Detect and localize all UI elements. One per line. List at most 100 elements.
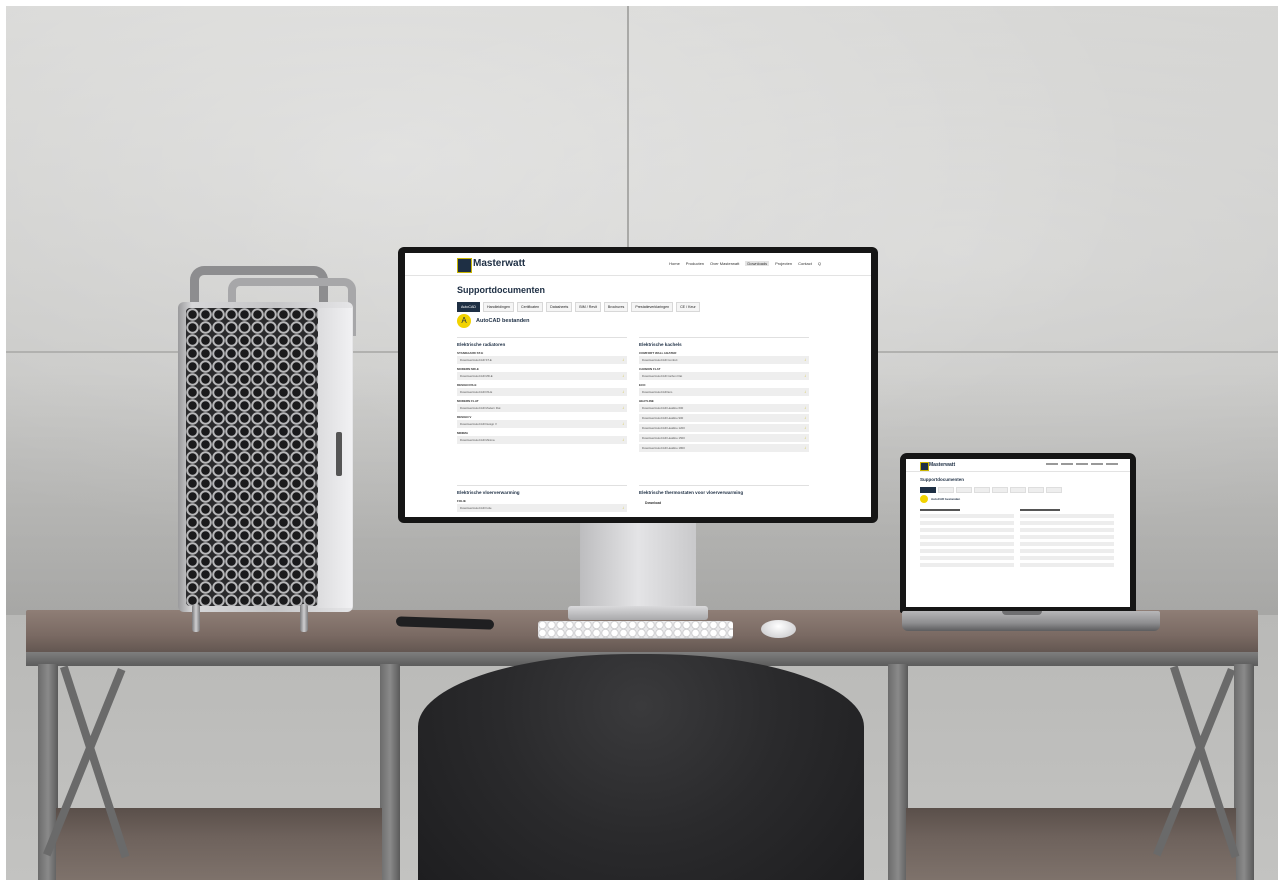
group: MODERN MD-E Download AutoCAD MD-E ↓: [457, 367, 627, 380]
download-row[interactable]: Download AutoCAD Minima ↓: [457, 436, 627, 444]
download-icon[interactable]: ↓: [622, 421, 624, 426]
file-name: Download AutoCAD DS-E: [460, 390, 493, 394]
download-row[interactable]: [920, 514, 1014, 518]
brand-name[interactable]: Masterwatt: [929, 462, 955, 468]
download-row[interactable]: Download AutoCAD MD-E ↓: [457, 372, 627, 380]
group-label: MODERN MD-E: [457, 367, 479, 371]
tab-bim[interactable]: BIM / Revit: [575, 302, 601, 312]
download-row[interactable]: [920, 528, 1014, 532]
page-title: Supportdocumenten: [457, 285, 545, 295]
tab-certificaten[interactable]: Certificaten: [516, 302, 544, 312]
tab-prestatieverklaringen[interactable]: Prestatieverklaringen: [631, 302, 674, 312]
tower-port: [336, 432, 342, 476]
download-icon[interactable]: ↓: [804, 405, 806, 410]
nav-item[interactable]: [1061, 463, 1073, 465]
brand-logo-icon[interactable]: [920, 462, 929, 471]
download-row[interactable]: [920, 549, 1014, 553]
file-name: Download AutoCAD Comfort: [642, 358, 678, 362]
desk-shelf: [56, 808, 382, 880]
autocad-section-header: A AutoCAD bestanden: [457, 314, 529, 328]
nav-item-home[interactable]: Home: [669, 261, 680, 266]
download-icon[interactable]: ↓: [804, 435, 806, 440]
tab[interactable]: [1028, 487, 1044, 493]
nav-item[interactable]: [1076, 463, 1088, 465]
download-row[interactable]: Download AutoCAD Modern Flat ↓: [457, 404, 627, 412]
brand-logo-icon[interactable]: [457, 258, 472, 273]
panel-title: Elektrische kachels: [639, 342, 682, 347]
tab[interactable]: [938, 487, 954, 493]
tab-handleidingen[interactable]: Handleidingen: [482, 302, 514, 312]
nav-item[interactable]: [1106, 463, 1118, 465]
download-row[interactable]: [1020, 542, 1114, 546]
keyboard: [538, 621, 733, 638]
download-icon[interactable]: ↓: [804, 357, 806, 362]
nav-item-contact[interactable]: Contact: [798, 261, 812, 266]
tab-brochures[interactable]: Brochures: [603, 302, 629, 312]
tab-ce-keur[interactable]: CE / Keur: [676, 302, 700, 312]
download-row[interactable]: Download AutoCAD Carbon Flat ↓: [639, 372, 809, 380]
left-download-panel: Elektrische radiatoren STANDAARD ST-E Do…: [457, 337, 627, 446]
thermostat-panel: Elektrische thermostaten voor vloerverwa…: [639, 485, 809, 499]
download-row[interactable]: [1020, 535, 1114, 539]
file-name: Download AutoCAD Heatline 900: [642, 416, 684, 420]
laptop-left-panel: [920, 509, 1014, 570]
tab[interactable]: [920, 487, 936, 493]
autocad-section-title: AutoCAD bestanden: [476, 318, 530, 324]
tab[interactable]: [1046, 487, 1062, 493]
nav-item-over[interactable]: Over Masterwatt: [710, 261, 739, 266]
download-row[interactable]: [920, 563, 1014, 567]
download-icon[interactable]: ↓: [622, 357, 624, 362]
download-row[interactable]: Download AutoCAD Heatline 900 ↓: [639, 414, 809, 422]
search-icon[interactable]: Q: [818, 261, 821, 266]
download-row[interactable]: Download AutoCAD DS-E ↓: [457, 388, 627, 396]
tower-grille: [186, 308, 318, 606]
download-row[interactable]: [1020, 549, 1114, 553]
download-row[interactable]: [1020, 514, 1114, 518]
download-row[interactable]: Download AutoCAD Comfort ↓: [639, 356, 809, 364]
download-icon[interactable]: ↓: [804, 425, 806, 430]
download-row[interactable]: [1020, 528, 1114, 532]
download-row[interactable]: Download AutoCAD Heatline 1200 ↓: [639, 424, 809, 432]
download-icon[interactable]: ↓: [622, 405, 624, 410]
download-row[interactable]: Download AutoCAD Design V ↓: [457, 420, 627, 428]
nav-item[interactable]: [1046, 463, 1058, 465]
download-icon[interactable]: ↓: [804, 445, 806, 450]
download-icon[interactable]: ↓: [804, 373, 806, 378]
download-icon[interactable]: ↓: [804, 415, 806, 420]
download-icon[interactable]: ↓: [622, 437, 624, 442]
download-row[interactable]: [1020, 556, 1114, 560]
download-row[interactable]: Download AutoCAD Eco ↓: [639, 388, 809, 396]
nav-item-projecten[interactable]: Projecten: [775, 261, 792, 266]
download-row[interactable]: Download AutoCAD Heatline 600 ↓: [639, 404, 809, 412]
download-row[interactable]: [1020, 521, 1114, 525]
download-row[interactable]: [920, 535, 1014, 539]
nav-item-downloads[interactable]: Downloads: [745, 261, 770, 266]
tab-autocad[interactable]: AutoCAD: [457, 302, 480, 312]
tab[interactable]: [992, 487, 1008, 493]
download-icon[interactable]: ↓: [622, 505, 624, 510]
download-row[interactable]: Download AutoCAD Heatline 1500 ↓: [639, 434, 809, 442]
monitor-stand: [580, 523, 696, 613]
tab[interactable]: [956, 487, 972, 493]
nav-item[interactable]: [1091, 463, 1103, 465]
group-label: HEATLINE: [639, 399, 654, 403]
download-icon[interactable]: ↓: [804, 389, 806, 394]
panel-title: Elektrische vloerverwarming: [457, 490, 520, 495]
tab[interactable]: [974, 487, 990, 493]
download-row[interactable]: Download AutoCAD Folie ↓: [457, 504, 627, 512]
tab-datasheets[interactable]: Datasheets: [546, 302, 573, 312]
download-icon[interactable]: ↓: [622, 373, 624, 378]
download-row[interactable]: [920, 521, 1014, 525]
desk-scene: Masterwatt Home Producten Over Masterwat…: [0, 0, 1285, 880]
nav-item-producten[interactable]: Producten: [686, 261, 704, 266]
download-row[interactable]: Download AutoCAD ST-E ↓: [457, 356, 627, 364]
thermostat-download-link[interactable]: Download: [645, 501, 661, 505]
laptop-screen: Masterwatt Supportdocumenten AutoCAD bes…: [906, 459, 1130, 607]
download-row[interactable]: [920, 556, 1014, 560]
download-row[interactable]: [1020, 563, 1114, 567]
download-row[interactable]: Download AutoCAD Heatline 1800 ↓: [639, 444, 809, 452]
download-icon[interactable]: ↓: [622, 389, 624, 394]
download-row[interactable]: [920, 542, 1014, 546]
brand-name[interactable]: Masterwatt: [473, 258, 525, 269]
tab[interactable]: [1010, 487, 1026, 493]
